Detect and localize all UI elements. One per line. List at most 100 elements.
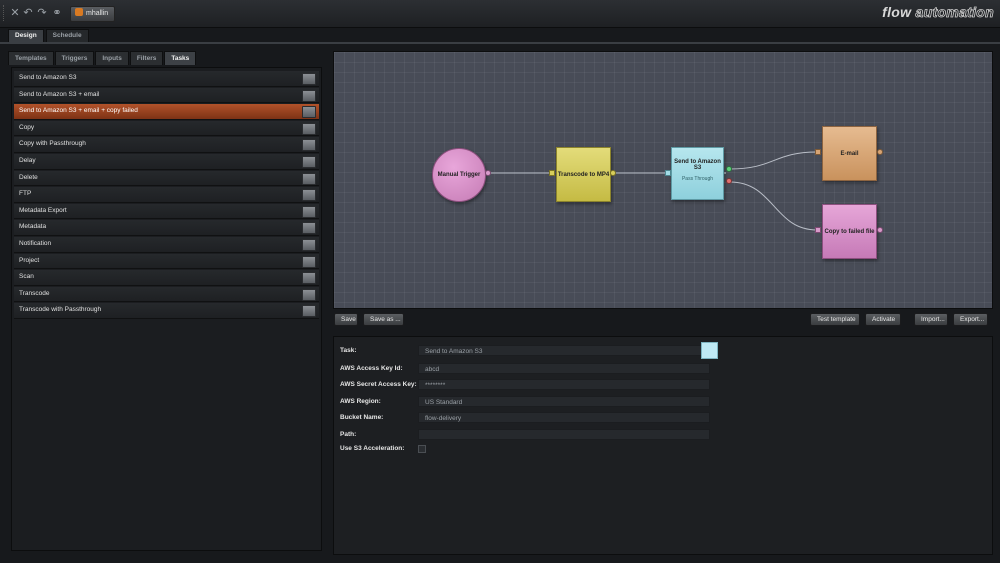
task-list-item[interactable]: Scan <box>14 270 319 286</box>
email-input-port[interactable] <box>815 149 821 155</box>
tab-schedule[interactable]: Schedule <box>45 29 89 42</box>
copyfailed-output-port[interactable] <box>877 227 883 233</box>
access-key-field[interactable]: abcd <box>418 363 710 374</box>
path-label: Path: <box>340 431 357 438</box>
save-button[interactable]: Save <box>334 313 358 326</box>
task-name-field[interactable]: Send to Amazon S3 <box>418 345 710 356</box>
s3-node-passthrough: Pass Through <box>681 176 714 182</box>
tab-filters[interactable]: Filters <box>129 51 164 65</box>
drag-handle-icon[interactable] <box>302 155 316 168</box>
drag-handle-icon[interactable] <box>302 172 316 185</box>
task-list-item-label: Metadata <box>19 223 47 231</box>
transcode-output-port[interactable] <box>610 170 616 176</box>
task-list: Send to Amazon S3 Send to Amazon S3 + ema… <box>14 71 319 319</box>
accel-label: Use S3 Acceleration: <box>340 445 405 452</box>
task-list-item[interactable]: Transcode <box>14 286 319 303</box>
task-list-item[interactable]: Project <box>14 253 319 270</box>
task-list-item[interactable]: Metadata Export <box>14 203 319 220</box>
accel-checkbox[interactable] <box>418 445 426 453</box>
test-template-button[interactable]: Test template <box>810 313 860 326</box>
task-list-item-label: Scan <box>19 273 34 281</box>
task-list-item-label: Send to Amazon S3 + email + copy failed <box>19 107 138 115</box>
drag-handle-icon[interactable] <box>302 238 316 251</box>
node-transcode-mp4[interactable]: Transcode to MP4 <box>556 147 611 202</box>
node-manual-trigger[interactable]: Manual Trigger <box>432 148 486 202</box>
drag-handle-icon[interactable] <box>302 139 316 152</box>
s3-node-title: Send to Amazon S3 <box>674 159 721 171</box>
task-color-swatch[interactable] <box>701 342 718 359</box>
drag-handle-icon[interactable] <box>302 222 316 235</box>
drag-handle-icon[interactable] <box>302 122 316 135</box>
task-list-item-label: Send to Amazon S3 + email <box>19 90 100 98</box>
s3-success-port[interactable] <box>726 166 732 172</box>
main-tabs: Design Schedule <box>8 29 91 42</box>
activate-button[interactable]: Activate <box>865 313 901 326</box>
task-list-item[interactable]: Notification <box>14 236 319 253</box>
secret-key-field[interactable]: ******** <box>418 379 710 390</box>
export-button[interactable]: Export... <box>953 313 988 326</box>
undo-icon[interactable]: ↶ <box>22 6 34 20</box>
s3-failure-port[interactable] <box>726 178 732 184</box>
path-field[interactable] <box>418 429 710 440</box>
task-list-item[interactable]: Copy with Passthrough <box>14 137 319 153</box>
transcode-input-port[interactable] <box>549 170 555 176</box>
task-list-item[interactable]: Send to Amazon S3 + email + copy failed <box>14 104 319 120</box>
task-list-item-label: FTP <box>19 190 32 198</box>
task-list-item[interactable]: Metadata <box>14 220 319 236</box>
tab-divider <box>0 42 1000 44</box>
node-email[interactable]: E-mail <box>822 126 877 181</box>
tab-inputs[interactable]: Inputs <box>95 51 129 65</box>
task-list-item-label: Notification <box>19 239 52 247</box>
task-list-item[interactable]: Delay <box>14 153 319 170</box>
task-list-item[interactable]: Send to Amazon S3 <box>14 71 319 87</box>
task-label: Task: <box>340 347 357 354</box>
task-list-item[interactable]: Copy <box>14 120 319 137</box>
s3-input-port[interactable] <box>665 170 671 176</box>
copyfailed-input-port[interactable] <box>815 227 821 233</box>
node-send-s3[interactable]: Send to Amazon S3 Pass Through <box>671 147 724 200</box>
region-field[interactable]: US Standard <box>418 396 710 407</box>
drag-handle-icon[interactable] <box>302 255 316 268</box>
drag-handle-icon[interactable] <box>302 272 316 285</box>
user-button[interactable]: mhallin <box>70 6 116 22</box>
close-icon[interactable]: ✕ <box>9 6 21 20</box>
drag-handle-icon[interactable] <box>302 205 316 218</box>
drag-handle-icon[interactable] <box>302 288 316 301</box>
redo-icon[interactable]: ↷ <box>36 6 48 20</box>
save-as-button[interactable]: Save as ... <box>363 313 404 326</box>
drag-handle-icon[interactable] <box>302 89 316 102</box>
workflow-canvas[interactable]: Manual Trigger Transcode to MP4 Send to … <box>333 51 993 309</box>
trigger-output-port[interactable] <box>485 170 491 176</box>
drag-handle-icon[interactable] <box>302 106 316 119</box>
tab-templates[interactable]: Templates <box>8 51 54 65</box>
drag-handle-icon[interactable] <box>302 305 316 318</box>
task-list-item-label: Send to Amazon S3 <box>19 74 77 81</box>
top-bar: ✕ ↶ ↷ ⚭ mhallin flow automation <box>0 0 1000 28</box>
drag-handle-icon[interactable] <box>302 189 316 202</box>
tab-design[interactable]: Design <box>8 29 44 42</box>
drag-handle-icon[interactable] <box>302 73 316 85</box>
brand-word-2: automation <box>915 4 994 21</box>
user-name: mhallin <box>86 10 109 17</box>
link-icon[interactable]: ⚭ <box>51 6 63 20</box>
task-list-item[interactable]: Send to Amazon S3 + email <box>14 87 319 104</box>
task-list-item-label: Copy with Passthrough <box>19 140 86 148</box>
brand-logo: flow automation <box>882 4 994 21</box>
import-button[interactable]: Import... <box>914 313 948 326</box>
task-list-item[interactable]: Transcode with Passthrough <box>14 303 319 319</box>
bucket-field[interactable]: flow-delivery <box>418 412 710 423</box>
tab-tasks[interactable]: Tasks <box>164 51 197 65</box>
email-output-port[interactable] <box>877 149 883 155</box>
task-list-item-label: Delete <box>19 173 38 181</box>
brand-word-1: flow <box>882 4 912 20</box>
task-list-panel: Send to Amazon S3 Send to Amazon S3 + ema… <box>11 67 322 551</box>
task-list-item[interactable]: Delete <box>14 170 319 187</box>
region-label: AWS Region: <box>340 398 381 405</box>
task-list-item-label: Copy <box>19 123 35 131</box>
secret-key-label: AWS Secret Access Key: <box>340 381 417 388</box>
access-key-label: AWS Access Key Id: <box>340 365 403 372</box>
tab-triggers[interactable]: Triggers <box>54 51 95 65</box>
toolbar-grip[interactable] <box>3 5 6 21</box>
task-list-item[interactable]: FTP <box>14 187 319 203</box>
node-copy-failed[interactable]: Copy to failed file <box>822 204 877 259</box>
